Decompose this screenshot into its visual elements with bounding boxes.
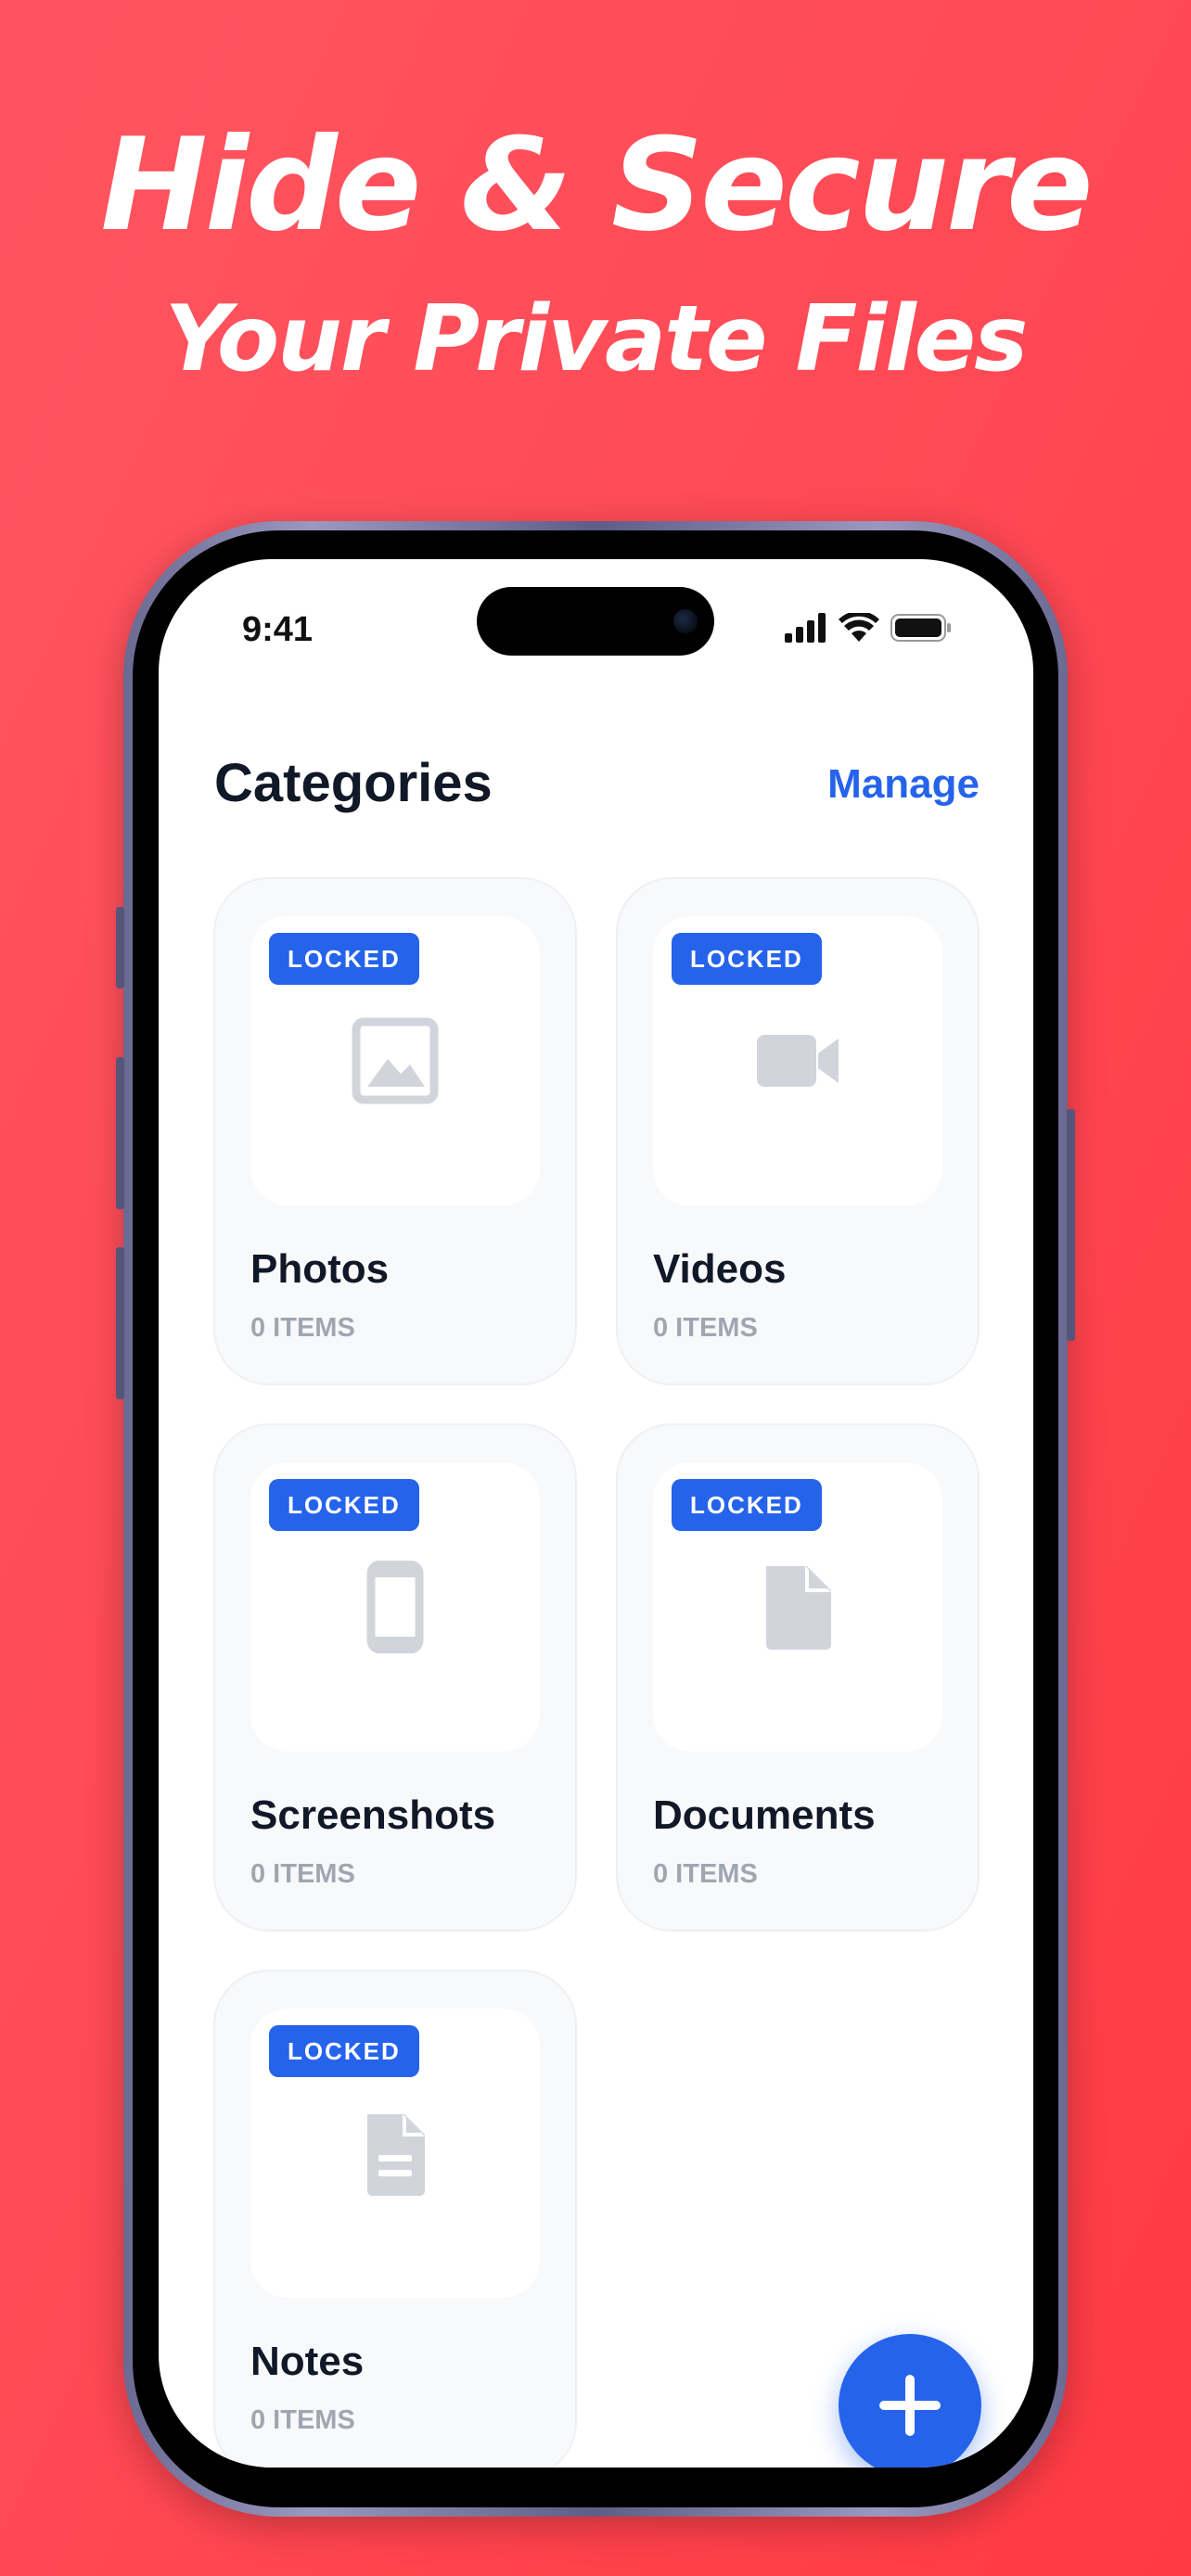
page-title: Categories bbox=[214, 753, 493, 813]
signal-icon bbox=[785, 613, 826, 643]
locked-badge: LOCKED bbox=[672, 933, 822, 985]
category-thumbnail: LOCKED bbox=[250, 2009, 540, 2298]
side-button-power bbox=[1067, 1109, 1075, 1341]
wifi-icon bbox=[839, 613, 879, 642]
note-icon bbox=[367, 2114, 425, 2196]
category-card-photos[interactable]: LOCKED Photos 0 ITEMS bbox=[213, 877, 577, 1385]
category-count: 0 ITEMS bbox=[653, 1313, 758, 1343]
category-card-documents[interactable]: LOCKED Documents 0 ITEMS bbox=[616, 1423, 980, 1932]
category-name: Videos bbox=[653, 1246, 787, 1292]
category-card-screenshots[interactable]: LOCKED Screenshots 0 ITEMS bbox=[213, 1423, 577, 1932]
category-count: 0 ITEMS bbox=[250, 1313, 355, 1343]
category-thumbnail: LOCKED bbox=[250, 1462, 540, 1752]
headline-subtitle: Your Private Files bbox=[164, 287, 1029, 392]
headline-title: Hide & Secure bbox=[100, 110, 1093, 260]
status-time: 9:41 bbox=[242, 610, 314, 649]
phone-screen: 9:41 Categories Manage LOCKED Photos 0 I… bbox=[159, 559, 1033, 2468]
plus-icon bbox=[879, 2375, 941, 2436]
status-icons bbox=[785, 613, 952, 643]
locked-badge: LOCKED bbox=[672, 1479, 822, 1531]
category-card-videos[interactable]: LOCKED Videos 0 ITEMS bbox=[616, 877, 980, 1385]
side-button-silent bbox=[116, 907, 124, 988]
category-name: Screenshots bbox=[250, 1792, 496, 1838]
category-name: Notes bbox=[250, 2339, 365, 2384]
locked-badge: LOCKED bbox=[269, 933, 419, 985]
category-thumbnail: LOCKED bbox=[653, 1462, 942, 1752]
category-count: 0 ITEMS bbox=[250, 2405, 355, 2435]
manage-button[interactable]: Manage bbox=[827, 761, 980, 808]
side-button-volume-up bbox=[116, 1057, 124, 1209]
category-count: 0 ITEMS bbox=[653, 1859, 758, 1889]
add-button[interactable] bbox=[839, 2334, 981, 2468]
category-count: 0 ITEMS bbox=[250, 1859, 355, 1889]
category-thumbnail: LOCKED bbox=[250, 916, 540, 1205]
image-icon bbox=[352, 1017, 439, 1104]
document-icon bbox=[766, 1566, 831, 1650]
dynamic-island bbox=[477, 587, 714, 656]
battery-icon bbox=[890, 614, 951, 642]
category-card-notes[interactable]: LOCKED Notes 0 ITEMS bbox=[213, 1970, 577, 2468]
locked-badge: LOCKED bbox=[269, 2025, 419, 2077]
video-camera-icon bbox=[757, 1035, 839, 1087]
category-thumbnail: LOCKED bbox=[653, 916, 942, 1205]
phone-icon bbox=[366, 1561, 424, 1653]
category-name: Documents bbox=[653, 1792, 876, 1838]
locked-badge: LOCKED bbox=[269, 1479, 419, 1531]
category-name: Photos bbox=[250, 1246, 390, 1292]
side-button-volume-down bbox=[116, 1247, 124, 1399]
